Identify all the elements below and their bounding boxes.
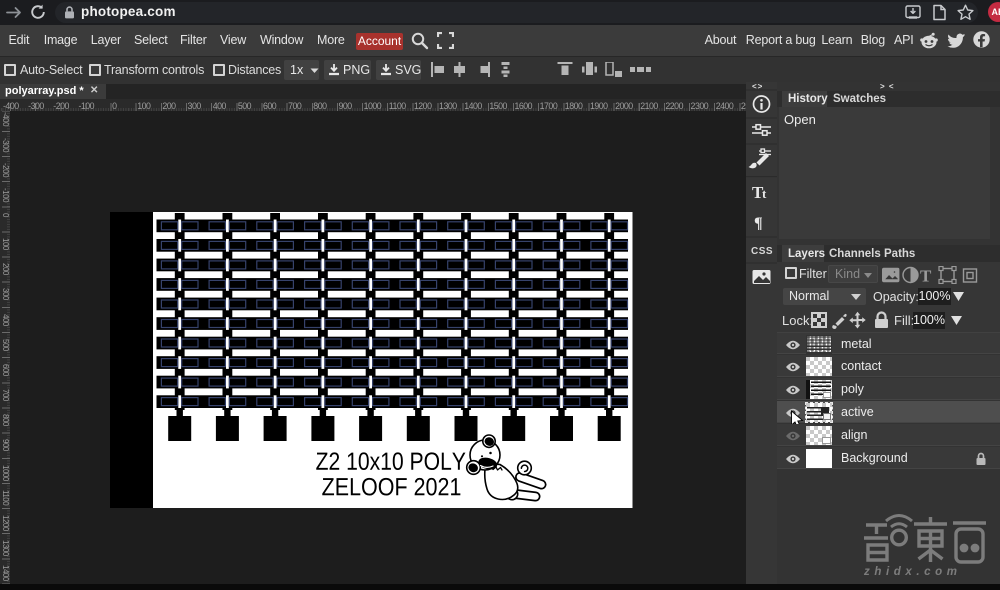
svg-text:¶: ¶ xyxy=(754,215,763,232)
svg-text:zhidx.com: zhidx.com xyxy=(863,566,962,578)
svg-text:t: t xyxy=(762,186,767,201)
svg-text:T: T xyxy=(920,266,932,284)
svg-text:CSS: CSS xyxy=(751,246,773,257)
